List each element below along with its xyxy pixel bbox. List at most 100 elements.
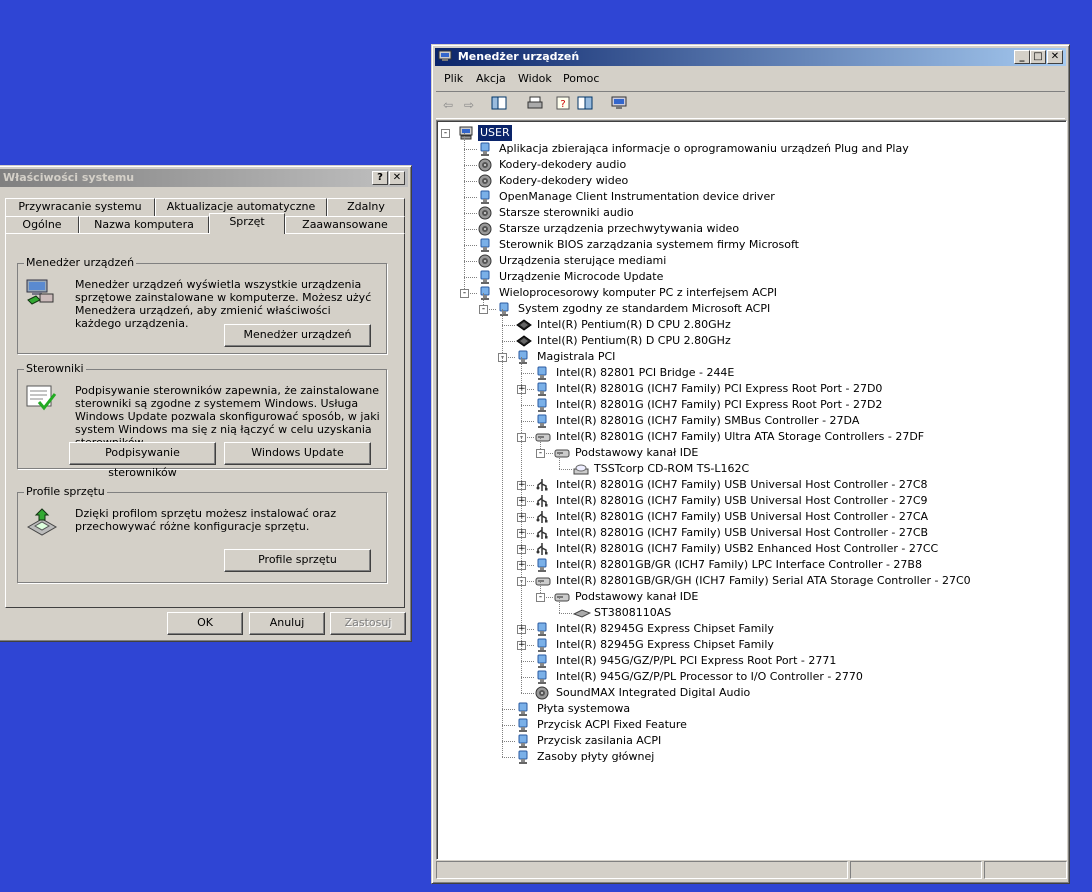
speaker-icon [478,174,492,188]
usb-icon [535,478,549,492]
tab-computer-name[interactable]: Nazwa komputera [79,216,209,234]
tree-node-label: Aplikacja zbierająca informacje o oprogr… [499,142,909,155]
scan-hardware-icon[interactable] [610,96,628,114]
device-manager-button[interactable]: Menedżer urządzeń [224,324,371,347]
tree-node-label: TSSTcorp CD-ROM TS-L162C [594,462,750,475]
tree-node-label: Intel(R) 82801G (ICH7 Family) PCI Expres… [556,398,883,411]
tree-connector [559,453,560,469]
collapse-icon[interactable]: - [536,449,545,458]
tree-node-label: Kodery-dekodery audio [499,158,627,171]
tree-connector [521,421,534,422]
menu-action[interactable]: Akcja [476,72,506,85]
collapse-icon[interactable]: - [479,305,488,314]
tree-node-label: Intel(R) 82801G (ICH7 Family) USB Univer… [556,510,929,523]
tree-connector [502,357,503,709]
tree-node-label: Intel(R) 82801G (ICH7 Family) USB Univer… [556,494,928,507]
device-icon [535,670,549,684]
ok-button[interactable]: OK [167,612,243,635]
speaker-icon [478,254,492,268]
tree-connector [502,741,503,757]
device-icon [535,558,549,572]
hardware-profiles-icon [26,505,58,537]
menu-view[interactable]: Widok [518,72,552,85]
tree-connector [464,149,465,165]
device-icon [535,382,549,396]
tree-node-label: Przycisk ACPI Fixed Feature [537,718,687,731]
tree-connector [502,709,503,725]
menu-file[interactable]: Plik [444,72,463,85]
tree-connector [502,325,503,341]
drivers-group: Sterowniki Podpisywanie sterowników zape… [17,362,387,479]
tree-connector [502,741,515,742]
tree-connector [521,581,522,629]
hardware-profiles-group: Profile sprzętu Dzięki profilom sprzętu … [17,485,387,583]
show-hide-tree-icon[interactable] [490,96,508,114]
tree-connector [502,757,515,758]
tree-node-label: Intel(R) 82801 PCI Bridge - 244E [556,366,735,379]
device-icon [497,302,511,316]
tree-node-label: Kodery-dekodery wideo [499,174,629,187]
tab-hardware[interactable]: Sprzęt [209,213,285,234]
close-button[interactable]: ✕ [389,171,405,185]
tree-node-label: Intel(R) 82801G (ICH7 Family) Ultra ATA … [556,430,925,443]
collapse-icon[interactable]: - [460,289,469,298]
tree-node-label: Urządzenie Microcode Update [499,270,664,283]
tree-connector [559,597,560,613]
tree-connector [464,197,477,198]
toolbar: ⇦ ⇨ ? [436,91,1065,119]
help-topics-icon[interactable] [576,96,594,114]
back-arrow-icon[interactable]: ⇦ [439,96,457,114]
menu-help[interactable]: Pomoc [563,72,599,85]
print-icon[interactable] [526,96,544,114]
tree-node-label: Intel(R) Pentium(R) D CPU 2.80GHz [537,334,731,347]
sysprops-titlebar[interactable]: Właściwości systemu ? ✕ [0,169,408,187]
drivers-description: Podpisywanie sterowników zapewnia, że za… [75,384,380,449]
tree-connector [502,725,515,726]
device-tree[interactable]: USER - Aplikacja zbierająca informacje o o… [436,120,1067,860]
windows-update-button[interactable]: Windows Update [224,442,371,465]
tree-connector [521,661,534,662]
cpu-icon [516,334,532,348]
collapse-icon[interactable]: - [441,129,450,138]
status-pane-2 [850,861,982,879]
apply-button[interactable]: Zastosuj [330,612,406,635]
device-icon [516,734,530,748]
devmgr-close-button[interactable]: ✕ [1047,50,1063,64]
usb-icon [535,526,549,540]
tab-general[interactable]: Ogólne [5,216,79,234]
devmgr-titlebar[interactable]: Menedżer urządzeń _ □ ✕ [435,48,1066,66]
driver-signing-button[interactable]: Podpisywanie sterowników [69,442,216,479]
maximize-button[interactable]: □ [1030,50,1046,64]
cpu-icon [516,318,532,332]
forward-arrow-icon[interactable]: ⇨ [460,96,478,114]
tree-connector [464,229,465,245]
tree-node-label: Przycisk zasilania ACPI [537,734,662,747]
tree-connector [464,149,477,150]
tree-connector [502,725,503,741]
tab-advanced[interactable]: Zaawansowane [285,216,405,234]
hardware-profiles-button[interactable]: Profile sprzętu [224,549,371,572]
tree-node-label: Intel(R) 82801G (ICH7 Family) USB2 Enhan… [556,542,939,555]
device-icon [535,398,549,412]
hardware-profiles-group-label: Profile sprzętu [24,485,107,498]
tree-node-label: Podstawowy kanał IDE [575,446,699,459]
minimize-button[interactable]: _ [1014,50,1030,64]
tab-system-restore[interactable]: Przywracanie systemu [5,198,155,216]
cancel-button[interactable]: Anuluj [249,612,325,635]
hardware-profiles-description: Dzięki profilom sprzętu możesz instalowa… [75,507,337,533]
tree-connector [464,197,465,213]
properties-icon[interactable]: ? [554,96,572,114]
tab-remote[interactable]: Zdalny [327,198,405,216]
collapse-icon[interactable]: - [536,593,545,602]
tree-node-label: USER [478,125,512,141]
device-icon [478,142,492,156]
tree-connector [521,389,522,405]
tree-node-label: Intel(R) 82801GB/GR (ICH7 Family) LPC In… [556,558,922,571]
computer-icon [459,126,473,140]
device-icon [478,286,492,300]
device-icon [535,638,549,652]
help-button[interactable]: ? [372,171,388,185]
device-icon [535,654,549,668]
cdrom-icon [573,462,589,476]
tree-connector [464,165,465,181]
